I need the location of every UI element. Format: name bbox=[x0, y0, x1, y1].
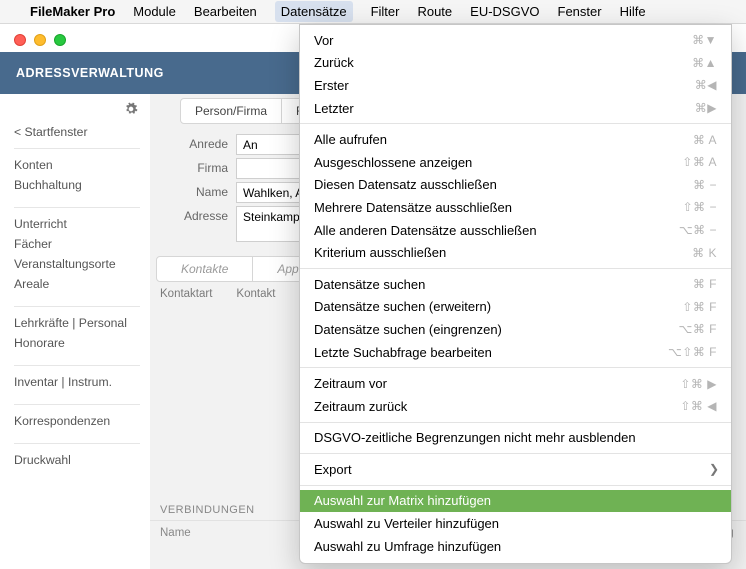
menu-letzte-suche[interactable]: Letzte Suchabfrage bearbeiten⌥⇧⌘ F bbox=[300, 341, 731, 364]
sidebar-korrespondenzen[interactable]: Korrespondenzen bbox=[14, 411, 140, 431]
menu-dsgvo-unhide[interactable]: DSGVO-zeitliche Begrenzungen nicht mehr … bbox=[300, 427, 731, 450]
sidebar: Startfenster Konten Buchhaltung Unterric… bbox=[0, 94, 150, 569]
menubar-hilfe[interactable]: Hilfe bbox=[620, 4, 646, 19]
sidebar-faecher[interactable]: Fächer bbox=[14, 234, 140, 254]
sidebar-unterricht[interactable]: Unterricht bbox=[14, 214, 140, 234]
menu-auswahl-verteiler[interactable]: Auswahl zu Verteiler hinzufügen bbox=[300, 512, 731, 535]
menu-ausgeschlossene-zeigen[interactable]: Ausgeschlossene anzeigen⇧⌘ A bbox=[300, 151, 731, 174]
menu-zeitraum-vor[interactable]: Zeitraum vor⇧⌘ ▶ bbox=[300, 372, 731, 395]
menu-zurueck[interactable]: Zurück⌘▲ bbox=[300, 52, 731, 75]
sidebar-konten[interactable]: Konten bbox=[14, 155, 140, 175]
menu-datensaetze-dropdown: Vor⌘▼ Zurück⌘▲ Erster⌘◀ Letzter⌘▶ Alle a… bbox=[299, 24, 732, 564]
sidebar-druckwahl[interactable]: Druckwahl bbox=[14, 450, 140, 470]
menu-kriterium-ausschliessen[interactable]: Kriterium ausschließen⌘ K bbox=[300, 241, 731, 264]
hdr-name: Name bbox=[160, 527, 191, 539]
menu-auswahl-umfrage[interactable]: Auswahl zu Umfrage hinzufügen bbox=[300, 535, 731, 558]
sidebar-honorare[interactable]: Honorare bbox=[14, 333, 140, 353]
menubar-appname[interactable]: FileMaker Pro bbox=[30, 4, 115, 19]
menu-erster[interactable]: Erster⌘◀ bbox=[300, 74, 731, 97]
menubar-module[interactable]: Module bbox=[133, 4, 176, 19]
menubar-filter[interactable]: Filter bbox=[371, 4, 400, 19]
hdr-kontakt: Kontakt bbox=[236, 288, 275, 300]
menubar-route[interactable]: Route bbox=[417, 4, 452, 19]
menubar-bearbeiten[interactable]: Bearbeiten bbox=[194, 4, 257, 19]
hdr-kontaktart: Kontaktart bbox=[160, 288, 212, 300]
menu-andere-ausschliessen[interactable]: Alle anderen Datensätze ausschließen⌥⌘ − bbox=[300, 219, 731, 242]
label-adresse: Adresse bbox=[176, 206, 236, 223]
window-zoom-button[interactable] bbox=[54, 34, 66, 46]
sidebar-orte[interactable]: Veranstaltungsorte bbox=[14, 254, 140, 274]
menu-suchen-erweitern[interactable]: Datensätze suchen (erweitern)⇧⌘ F bbox=[300, 296, 731, 319]
system-menubar: FileMaker Pro Module Bearbeiten Datensät… bbox=[0, 0, 746, 24]
menu-zeitraum-zurueck[interactable]: Zeitraum zurück⇧⌘ ◀ bbox=[300, 395, 731, 418]
gear-icon[interactable] bbox=[124, 102, 138, 116]
menu-letzter[interactable]: Letzter⌘▶ bbox=[300, 97, 731, 120]
sidebar-buchhaltung[interactable]: Buchhaltung bbox=[14, 175, 140, 195]
menu-suchen-eingrenzen[interactable]: Datensätze suchen (eingrenzen)⌥⌘ F bbox=[300, 318, 731, 341]
sidebar-lehrkraefte[interactable]: Lehrkräfte | Personal bbox=[14, 313, 140, 333]
sidebar-areale[interactable]: Areale bbox=[14, 274, 140, 294]
tab-person-firma[interactable]: Person/Firma bbox=[181, 99, 282, 123]
menubar-eudsgvo[interactable]: EU-DSGVO bbox=[470, 4, 539, 19]
window-close-button[interactable] bbox=[14, 34, 26, 46]
label-name: Name bbox=[176, 182, 236, 199]
menu-mehrere-ausschliessen[interactable]: Mehrere Datensätze ausschließen⇧⌘ − bbox=[300, 196, 731, 219]
chevron-right-icon: ❯ bbox=[709, 462, 719, 476]
window-minimize-button[interactable] bbox=[34, 34, 46, 46]
menu-export[interactable]: Export❯ bbox=[300, 458, 731, 481]
sidebar-back[interactable]: Startfenster bbox=[14, 122, 140, 142]
menubar-fenster[interactable]: Fenster bbox=[558, 4, 602, 19]
menubar-datensaetze[interactable]: Datensätze bbox=[275, 1, 353, 22]
menu-alle-aufrufen[interactable]: Alle aufrufen⌘ A bbox=[300, 128, 731, 151]
menu-vor[interactable]: Vor⌘▼ bbox=[300, 29, 731, 52]
menu-auswahl-matrix[interactable]: Auswahl zur Matrix hinzufügen bbox=[300, 490, 731, 513]
tab-kontakte[interactable]: Kontakte bbox=[157, 257, 253, 281]
menu-diesen-ausschliessen[interactable]: Diesen Datensatz ausschließen⌘ − bbox=[300, 174, 731, 197]
window-traffic-lights bbox=[14, 34, 66, 46]
label-anrede: Anrede bbox=[176, 134, 236, 151]
label-firma: Firma bbox=[176, 158, 236, 175]
sidebar-inventar[interactable]: Inventar | Instrum. bbox=[14, 372, 140, 392]
menu-suchen[interactable]: Datensätze suchen⌘ F bbox=[300, 273, 731, 296]
